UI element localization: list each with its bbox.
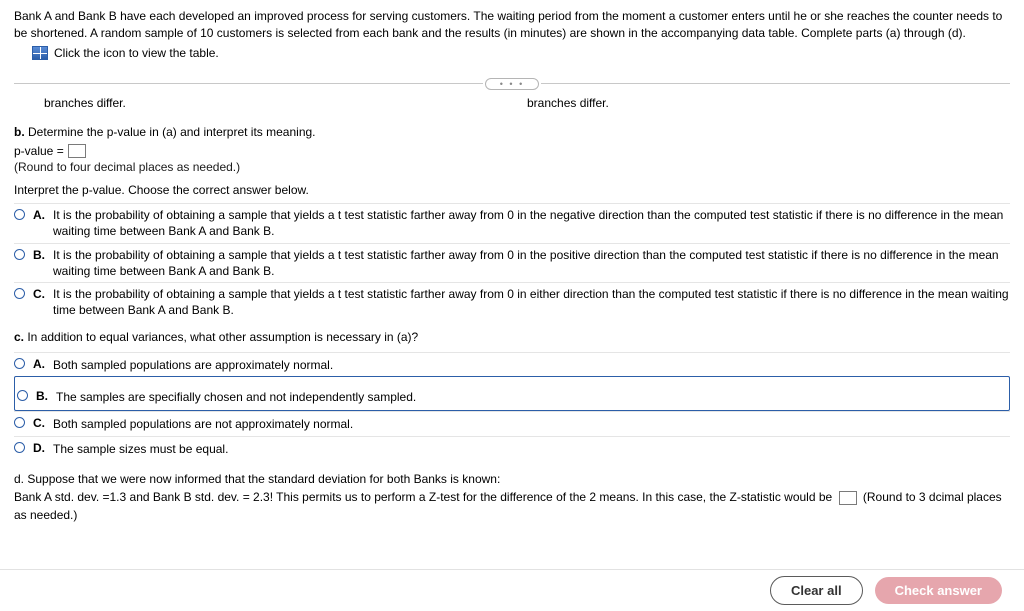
interpret-prompt: Interpret the p-value. Choose the correc… — [14, 182, 1010, 199]
option-label: D. — [33, 441, 45, 455]
option-text: Both sampled populations are approximate… — [53, 357, 333, 373]
option-text: Both sampled populations are not approxi… — [53, 416, 353, 432]
option-text: The samples are specifially chosen and n… — [56, 389, 416, 405]
option-text: The sample sizes must be equal. — [53, 441, 228, 457]
clear-all-button[interactable]: Clear all — [770, 576, 863, 605]
z-statistic-input[interactable] — [839, 491, 857, 505]
part-d-line1: d. Suppose that we were now informed tha… — [14, 470, 1010, 488]
divider — [14, 83, 483, 84]
option-text: It is the probability of obtaining a sam… — [53, 207, 1010, 239]
option-label: B. — [36, 389, 48, 403]
assumption-option-c[interactable]: C. Both sampled populations are not appr… — [14, 411, 1010, 435]
option-label: B. — [33, 248, 45, 262]
problem-intro: Bank A and Bank B have each developed an… — [14, 8, 1010, 42]
option-label: C. — [33, 287, 45, 301]
interpret-option-c[interactable]: C. It is the probability of obtaining a … — [14, 282, 1010, 321]
pvalue-label: p-value = — [14, 144, 64, 158]
option-label: A. — [33, 208, 45, 222]
radio-icon — [17, 390, 28, 401]
selected-highlight: B. The samples are specifially chosen an… — [14, 376, 1010, 411]
part-d-line2: Bank A std. dev. =1.3 and Bank B std. de… — [14, 488, 1010, 524]
show-more-button[interactable]: • • • — [485, 78, 539, 90]
assumption-option-a[interactable]: A. Both sampled populations are approxim… — [14, 352, 1010, 376]
part-b-heading: b. b. Determine the p-value in (a) and i… — [14, 124, 1010, 141]
radio-icon — [14, 442, 25, 453]
option-text: It is the probability of obtaining a sam… — [53, 247, 1010, 279]
divider — [541, 83, 1010, 84]
radio-icon — [14, 358, 25, 369]
option-text: It is the probability of obtaining a sam… — [53, 286, 1010, 318]
footer-bar: Clear all Check answer — [0, 569, 1024, 611]
pvalue-hint: (Round to four decimal places as needed.… — [14, 160, 1010, 174]
radio-icon — [14, 249, 25, 260]
prior-answer-left: branches differ. — [44, 96, 527, 110]
interpret-option-a[interactable]: A. It is the probability of obtaining a … — [14, 203, 1010, 242]
radio-icon — [14, 417, 25, 428]
part-c-heading: c. In addition to equal variances, what … — [14, 329, 1010, 346]
pvalue-input[interactable] — [68, 144, 86, 158]
table-icon — [32, 46, 48, 60]
option-label: A. — [33, 357, 45, 371]
radio-icon — [14, 209, 25, 220]
check-answer-button[interactable]: Check answer — [875, 577, 1002, 604]
prior-answer-right: branches differ. — [527, 96, 1010, 110]
radio-icon — [14, 288, 25, 299]
option-label: C. — [33, 416, 45, 430]
assumption-option-d[interactable]: D. The sample sizes must be equal. — [14, 436, 1010, 460]
view-table-label: Click the icon to view the table. — [54, 46, 219, 60]
view-table-link[interactable]: Click the icon to view the table. — [32, 46, 1010, 60]
assumption-option-b[interactable]: B. The samples are specifially chosen an… — [17, 385, 1007, 408]
interpret-option-b[interactable]: B. It is the probability of obtaining a … — [14, 243, 1010, 282]
